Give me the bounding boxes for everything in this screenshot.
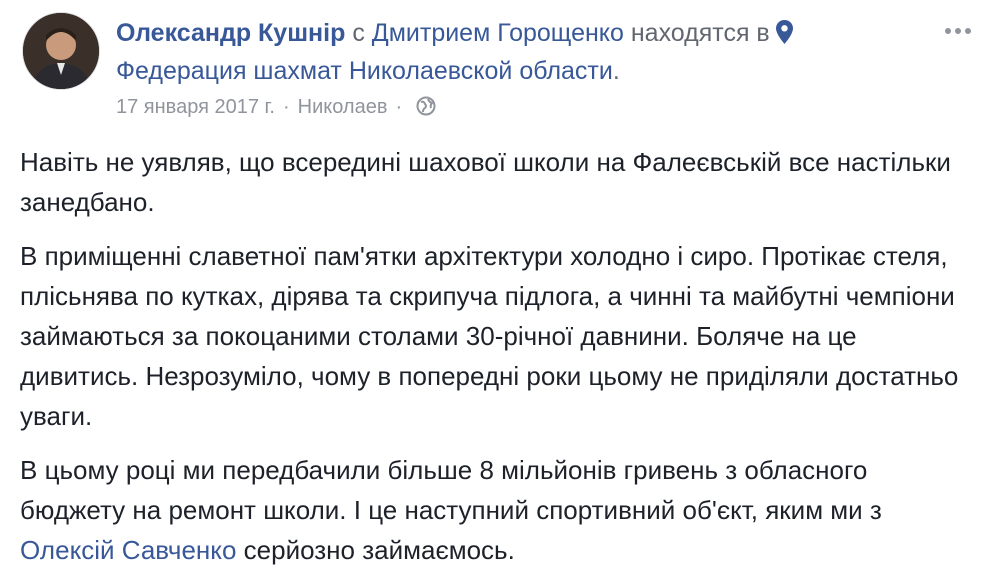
paragraph-3-text-after: серйозно займаємось. <box>236 535 515 565</box>
place-end: . <box>612 57 620 85</box>
avatar-photo <box>23 13 99 89</box>
post-header: Олександр Кушнір с Дмитрием Горощенко на… <box>116 14 976 90</box>
with-word: с <box>352 19 365 47</box>
place-link[interactable]: Федерация шахмат Николаевской области <box>116 57 613 85</box>
post-paragraph-1: Навіть не уявляв, що всередині шахової ш… <box>20 147 951 217</box>
meta-separator: · <box>395 96 403 118</box>
meta-separator: · <box>282 96 290 118</box>
post-paragraph-3: В цьому році ми передбачили більше 8 міл… <box>20 450 970 570</box>
tagged-person-link[interactable]: Дмитрием Горощенко <box>372 19 624 47</box>
post-body: Навіть не уявляв, що всередині шахової ш… <box>20 142 970 584</box>
more-options-icon[interactable] <box>944 10 972 42</box>
post-date-link[interactable]: 17 января 2017 г. <box>116 96 275 118</box>
post-meta: 17 января 2017 г. · Николаев · <box>116 92 436 122</box>
map-pin-icon <box>775 17 793 44</box>
globe-icon[interactable] <box>416 95 436 116</box>
author-name-link[interactable]: Олександр Кушнір <box>116 19 345 47</box>
post-paragraph-2: В приміщенні славетної пам'ятки архітект… <box>20 241 959 431</box>
author-avatar[interactable] <box>22 12 100 90</box>
paragraph-3-text-before: В цьому році ми передбачили більше 8 міл… <box>20 455 882 525</box>
mention-link[interactable]: Олексій Савченко <box>20 535 236 565</box>
facebook-post: Олександр Кушнір с Дмитрием Горощенко на… <box>0 0 994 565</box>
at-text: находятся в <box>630 19 770 47</box>
post-location-link[interactable]: Николаев <box>298 96 388 118</box>
